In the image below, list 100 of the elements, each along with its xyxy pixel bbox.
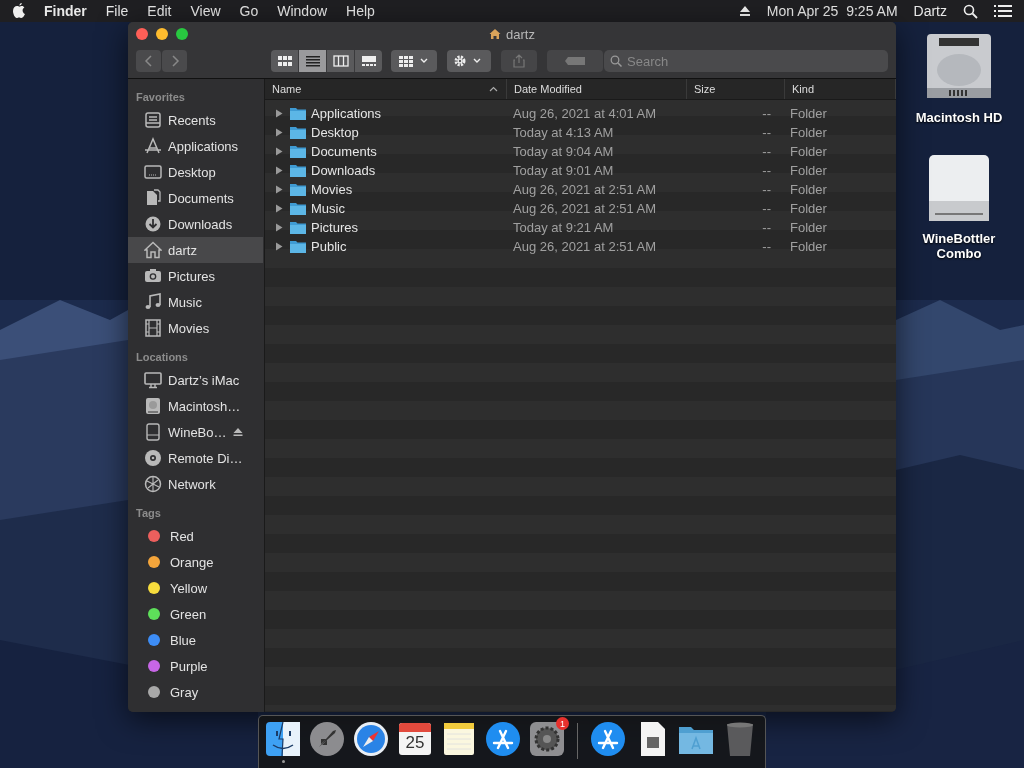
gallery-view-button[interactable] <box>355 50 382 72</box>
sidebar-item[interactable]: Purple <box>128 653 263 679</box>
gear-icon[interactable] <box>529 721 565 757</box>
close-button[interactable] <box>136 28 148 40</box>
sidebar-item[interactable]: Downloads <box>128 211 263 237</box>
disclosure-triangle[interactable] <box>273 221 285 234</box>
sidebar-item[interactable]: Recents <box>128 107 263 133</box>
file-name[interactable]: Public <box>311 239 347 254</box>
sidebar-item[interactable]: Movies <box>128 315 263 341</box>
column-view-button[interactable] <box>327 50 354 72</box>
sidebar-item[interactable]: Remote Di… <box>128 445 263 471</box>
chevron-left-icon <box>143 55 154 67</box>
sidebar-item[interactable]: dartz <box>128 237 263 263</box>
grid-icon <box>276 55 293 67</box>
desktop-icon-label[interactable]: WineBottler Combo <box>909 231 1009 261</box>
folder-icon <box>289 106 307 121</box>
face-icon[interactable] <box>265 721 301 757</box>
disclosure-triangle[interactable] <box>273 107 285 120</box>
eject-icon[interactable] <box>738 5 751 17</box>
apple-menu-icon[interactable] <box>12 3 26 19</box>
drive-icon <box>144 423 162 441</box>
sidebar-item[interactable]: Documents <box>128 185 263 211</box>
column-header[interactable]: Name <box>265 79 507 99</box>
date-modified: Today at 9:01 AM <box>512 163 615 178</box>
sidebar-label: Blue <box>170 632 197 648</box>
disclosure-triangle[interactable] <box>273 183 285 196</box>
menu-item[interactable]: Edit <box>147 3 172 19</box>
sidebar-item[interactable]: Green <box>128 601 263 627</box>
icon-view-button[interactable] <box>271 50 298 72</box>
group-button[interactable] <box>391 50 437 72</box>
disclosure-triangle[interactable] <box>273 240 285 253</box>
date-modified: Aug 26, 2021 at 2:51 AM <box>512 239 658 254</box>
grid-caret-icon <box>398 55 430 67</box>
app-menu[interactable]: Finder <box>44 3 87 19</box>
file-name[interactable]: Movies <box>311 182 353 197</box>
menu-item[interactable]: View <box>190 3 221 19</box>
calendar-icon[interactable]: 25 <box>399 723 431 755</box>
notification-center-icon[interactable] <box>994 4 1012 18</box>
sidebar-item[interactable]: Red <box>128 523 263 549</box>
menu-item[interactable]: Window <box>277 3 328 19</box>
file-kind: Folder <box>789 144 828 159</box>
sidebar-item[interactable]: Desktop <box>128 159 263 185</box>
sidebar-item[interactable]: Pictures <box>128 263 263 289</box>
sidebar-item[interactable]: Network <box>128 471 263 497</box>
user-name[interactable]: Dartz <box>913 3 947 19</box>
file-name[interactable]: Applications <box>311 106 382 121</box>
list-view-button[interactable] <box>299 50 326 72</box>
file-name[interactable]: Desktop <box>311 125 359 140</box>
sidebar-item[interactable]: Macintosh… <box>128 393 263 419</box>
clock[interactable]: Mon Apr 25 9:25 AM <box>766 3 898 19</box>
sidebar-item[interactable]: Yellow <box>128 575 263 601</box>
file-name[interactable]: Pictures <box>311 220 358 235</box>
sidebar-label: Remote Di… <box>168 450 243 466</box>
zoom-button[interactable] <box>176 28 188 40</box>
section-heading: Locations <box>135 350 189 365</box>
rocket-icon[interactable] <box>309 721 345 757</box>
sidebar-item[interactable]: Applications <box>128 133 263 159</box>
search-icon[interactable] <box>963 3 978 19</box>
file-name[interactable]: Music <box>311 201 345 216</box>
sidebar-item[interactable]: Dartz’s iMac <box>128 367 263 393</box>
desktop-icon-label[interactable]: Macintosh HD <box>909 110 1009 125</box>
file-size: -- <box>761 182 772 197</box>
notepad-icon[interactable] <box>441 721 477 757</box>
sidebar-label: Music <box>168 294 202 310</box>
compass-icon[interactable] <box>353 721 389 757</box>
disclosure-triangle[interactable] <box>273 145 285 158</box>
sidebar-item[interactable]: Orange <box>128 549 263 575</box>
column-header[interactable]: Date Modified <box>507 79 687 99</box>
action-button[interactable] <box>447 50 491 72</box>
disclosure-triangle[interactable] <box>273 164 285 177</box>
column-header[interactable]: Size <box>687 79 785 99</box>
minimize-button[interactable] <box>156 28 168 40</box>
monitor-icon <box>144 371 162 389</box>
sidebar-item[interactable]: Gray <box>128 679 263 705</box>
sidebar-item[interactable]: WineBo… <box>128 419 263 445</box>
disclosure-triangle[interactable] <box>273 202 285 215</box>
menu-item[interactable]: File <box>105 3 129 19</box>
app-store-icon[interactable] <box>590 721 626 757</box>
sidebar-item[interactable]: Music <box>128 289 263 315</box>
eject-icon[interactable] <box>232 427 243 437</box>
file-size: -- <box>761 239 772 254</box>
column-header[interactable]: Kind <box>785 79 896 99</box>
file-kind: Folder <box>789 201 828 216</box>
search-field[interactable]: Search <box>604 50 888 72</box>
date-modified: Aug 26, 2021 at 2:51 AM <box>512 182 658 197</box>
date-modified: Today at 4:13 AM <box>512 125 615 140</box>
app-store-icon[interactable] <box>485 721 521 757</box>
file-kind: Folder <box>789 163 828 178</box>
sidebar-label: Recents <box>168 112 216 128</box>
menu-item[interactable]: Go <box>239 3 259 19</box>
menu-item[interactable]: Help <box>346 3 375 19</box>
file-size: -- <box>761 220 772 235</box>
folder-icon <box>289 239 307 254</box>
file-name[interactable]: Documents <box>311 144 377 159</box>
file-size: -- <box>761 125 772 140</box>
disclosure-triangle[interactable] <box>273 126 285 139</box>
folder-icon <box>289 182 307 197</box>
file-name[interactable]: Downloads <box>311 163 376 178</box>
home-icon <box>144 241 162 259</box>
sidebar-item[interactable]: Blue <box>128 627 263 653</box>
